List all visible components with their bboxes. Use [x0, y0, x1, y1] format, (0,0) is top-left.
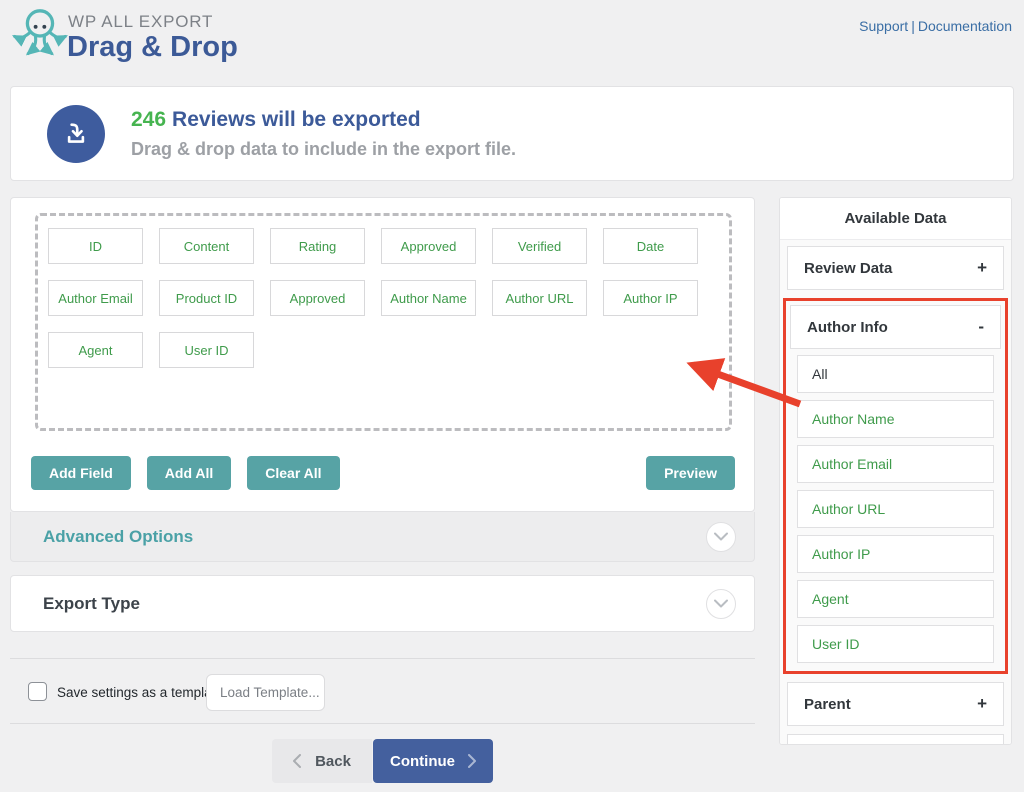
export-type-accordion[interactable]: Export Type: [10, 575, 755, 632]
field-chip-content[interactable]: Content: [159, 228, 254, 264]
continue-button[interactable]: Continue: [373, 739, 493, 783]
documentation-link[interactable]: Documentation: [918, 18, 1012, 34]
section-review-data[interactable]: Review Data +: [787, 246, 1004, 290]
preview-button[interactable]: Preview: [646, 456, 735, 490]
available-data-panel: Available Data Review Data + Author Info…: [779, 197, 1012, 745]
back-label: Back: [315, 753, 351, 770]
advanced-options-accordion[interactable]: Advanced Options: [10, 512, 755, 562]
available-data-title: Available Data: [780, 198, 1011, 240]
banner-subtitle: Drag & drop data to include in the expor…: [131, 139, 516, 160]
data-item-author-name[interactable]: Author Name: [797, 400, 994, 438]
add-all-button[interactable]: Add All: [147, 456, 231, 490]
field-chip-user-id[interactable]: User ID: [159, 332, 254, 368]
advanced-options-label: Advanced Options: [43, 527, 193, 547]
field-chip-approved-2[interactable]: Approved: [270, 280, 365, 316]
top-links: Support|Documentation: [859, 18, 1012, 34]
data-item-user-id[interactable]: User ID: [797, 625, 994, 663]
section-label: Author Info: [807, 319, 888, 336]
load-template-value: Load Template...: [220, 685, 320, 700]
banner-title-text: Reviews will be exported: [172, 108, 421, 131]
expand-icon[interactable]: +: [977, 694, 987, 714]
drag-drop-zone[interactable]: ID Content Rating Approved Verified Date…: [35, 213, 732, 431]
section-other[interactable]: Other +: [787, 734, 1004, 745]
highlight-outline: Author Info - All Author Name Author Ema…: [783, 298, 1008, 674]
page-title: Drag & Drop: [67, 31, 238, 64]
section-label: Parent: [804, 696, 851, 713]
data-item-all[interactable]: All: [797, 355, 994, 393]
clear-all-button[interactable]: Clear All: [247, 456, 339, 490]
divider: [10, 658, 755, 659]
chevron-right-icon: [468, 754, 476, 768]
export-summary-banner: 246 Reviews will be exported Drag & drop …: [10, 86, 1014, 181]
field-chip-author-email[interactable]: Author Email: [48, 280, 143, 316]
add-field-button[interactable]: Add Field: [31, 456, 131, 490]
collapse-icon[interactable]: -: [978, 317, 984, 337]
section-label: Review Data: [804, 260, 892, 277]
export-type-label: Export Type: [43, 594, 140, 614]
field-chip-verified[interactable]: Verified: [492, 228, 587, 264]
data-item-agent[interactable]: Agent: [797, 580, 994, 618]
chevron-down-icon[interactable]: [706, 589, 736, 619]
field-chip-author-url[interactable]: Author URL: [492, 280, 587, 316]
field-chip-agent[interactable]: Agent: [48, 332, 143, 368]
download-icon: [47, 105, 105, 163]
data-item-author-ip[interactable]: Author IP: [797, 535, 994, 573]
data-item-author-email[interactable]: Author Email: [797, 445, 994, 483]
field-chip-rating[interactable]: Rating: [270, 228, 365, 264]
save-template-checkbox[interactable]: [28, 682, 47, 701]
field-chip-author-ip[interactable]: Author IP: [603, 280, 698, 316]
link-separator: |: [911, 18, 915, 34]
field-chip-date[interactable]: Date: [603, 228, 698, 264]
octopus-logo-icon: [8, 5, 70, 72]
field-chip-product-id[interactable]: Product ID: [159, 280, 254, 316]
data-item-author-url[interactable]: Author URL: [797, 490, 994, 528]
export-editor-card: ID Content Rating Approved Verified Date…: [10, 197, 755, 512]
field-chip-author-name[interactable]: Author Name: [381, 280, 476, 316]
continue-label: Continue: [390, 753, 455, 770]
field-chip-approved[interactable]: Approved: [381, 228, 476, 264]
divider: [10, 723, 755, 724]
section-author-info[interactable]: Author Info -: [790, 305, 1001, 349]
save-template-label: Save settings as a template: [57, 685, 223, 700]
banner-title: 246 Reviews will be exported: [131, 108, 516, 132]
field-chip-id[interactable]: ID: [48, 228, 143, 264]
chevron-down-icon[interactable]: [706, 522, 736, 552]
load-template-select[interactable]: Load Template...: [206, 674, 325, 711]
brand-name: WP ALL EXPORT: [68, 12, 213, 32]
back-button[interactable]: Back: [272, 739, 372, 783]
support-link[interactable]: Support: [859, 18, 908, 34]
chevron-left-icon: [293, 754, 301, 768]
expand-icon[interactable]: +: [977, 258, 987, 278]
export-count: 246: [131, 108, 166, 131]
section-parent[interactable]: Parent +: [787, 682, 1004, 726]
